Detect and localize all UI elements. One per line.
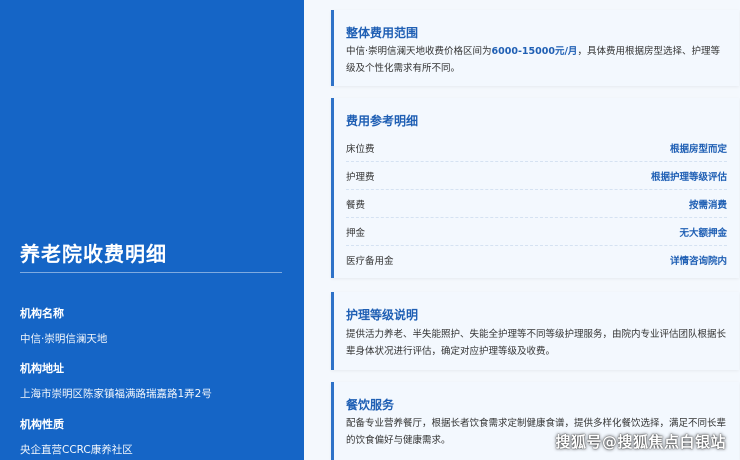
fee-list: 床位费 根据房型而定 护理费 根据护理等级评估 餐费 按需消费 押金 无大额押金… <box>346 134 727 273</box>
fee-label: 床位费 <box>346 143 375 155</box>
fee-row: 医疗备用金 详情咨询院内 <box>346 246 727 273</box>
sidebar: 养老院收费明细 机构名称 中信·崇明信澜天地 机构地址 上海市崇明区陈家镇福满路… <box>0 0 304 460</box>
price-range-highlight: 6000-15000元/月 <box>491 46 578 57</box>
field-institution-name: 机构名称 中信·崇明信澜天地 <box>20 305 107 346</box>
fee-label: 餐费 <box>346 199 366 211</box>
field-value: 央企直营CCRC康养社区 <box>20 444 133 456</box>
field-value: 中信·崇明信澜天地 <box>20 333 108 345</box>
card-text: 中信·崇明信澜天地收费价格区间为6000-15000元/月，具体费用根据房型选择… <box>346 43 729 77</box>
fee-details-card: 费用参考明细 床位费 根据房型而定 护理费 根据护理等级评估 餐费 按需消费 押… <box>331 98 739 278</box>
fee-label: 医疗备用金 <box>346 255 394 267</box>
fee-value: 详情咨询院内 <box>669 255 727 267</box>
field-label: 机构性质 <box>20 418 64 431</box>
fee-label: 押金 <box>346 227 366 239</box>
card-title: 整体费用范围 <box>346 26 419 40</box>
field-value: 上海市崇明区陈家镇福满路瑞嘉路1弄2号 <box>20 388 212 400</box>
fee-row: 护理费 根据护理等级评估 <box>346 162 727 190</box>
fee-value: 按需消费 <box>688 199 727 211</box>
text-before: 中信·崇明信澜天地收费价格区间为 <box>346 46 492 57</box>
sidebar-title: 养老院收费明细 <box>20 242 167 266</box>
fee-row: 床位费 根据房型而定 <box>346 134 727 162</box>
card-title: 餐饮服务 <box>346 398 395 412</box>
main-content: 整体费用范围 中信·崇明信澜天地收费价格区间为6000-15000元/月，具体费… <box>304 0 740 460</box>
fee-value: 无大额押金 <box>679 227 727 239</box>
field-institution-type: 机构性质 央企直营CCRC康养社区 <box>20 416 133 457</box>
care-level-card: 护理等级说明 提供活力养老、半失能照护、失能全护理等不同等级护理服务，由院内专业… <box>331 292 739 370</box>
card-text: 提供活力养老、半失能照护、失能全护理等不同等级护理服务，由院内专业评估团队根据长… <box>346 329 727 357</box>
watermark: 搜狐号@搜狐焦点白银站 <box>555 433 726 451</box>
fee-value: 根据护理等级评估 <box>650 171 727 183</box>
fee-value: 根据房型而定 <box>669 143 727 155</box>
fee-row: 餐费 按需消费 <box>346 190 727 218</box>
fee-row: 押金 无大额押金 <box>346 218 727 246</box>
field-institution-address: 机构地址 上海市崇明区陈家镇福满路瑞嘉路1弄2号 <box>20 360 212 401</box>
field-label: 机构地址 <box>20 362 64 375</box>
sidebar-divider <box>20 272 282 273</box>
card-title: 护理等级说明 <box>346 308 419 322</box>
card-title: 费用参考明细 <box>346 114 419 128</box>
overall-fee-card: 整体费用范围 中信·崇明信澜天地收费价格区间为6000-15000元/月，具体费… <box>331 10 739 86</box>
fee-label: 护理费 <box>346 171 375 183</box>
field-label: 机构名称 <box>20 307 64 320</box>
